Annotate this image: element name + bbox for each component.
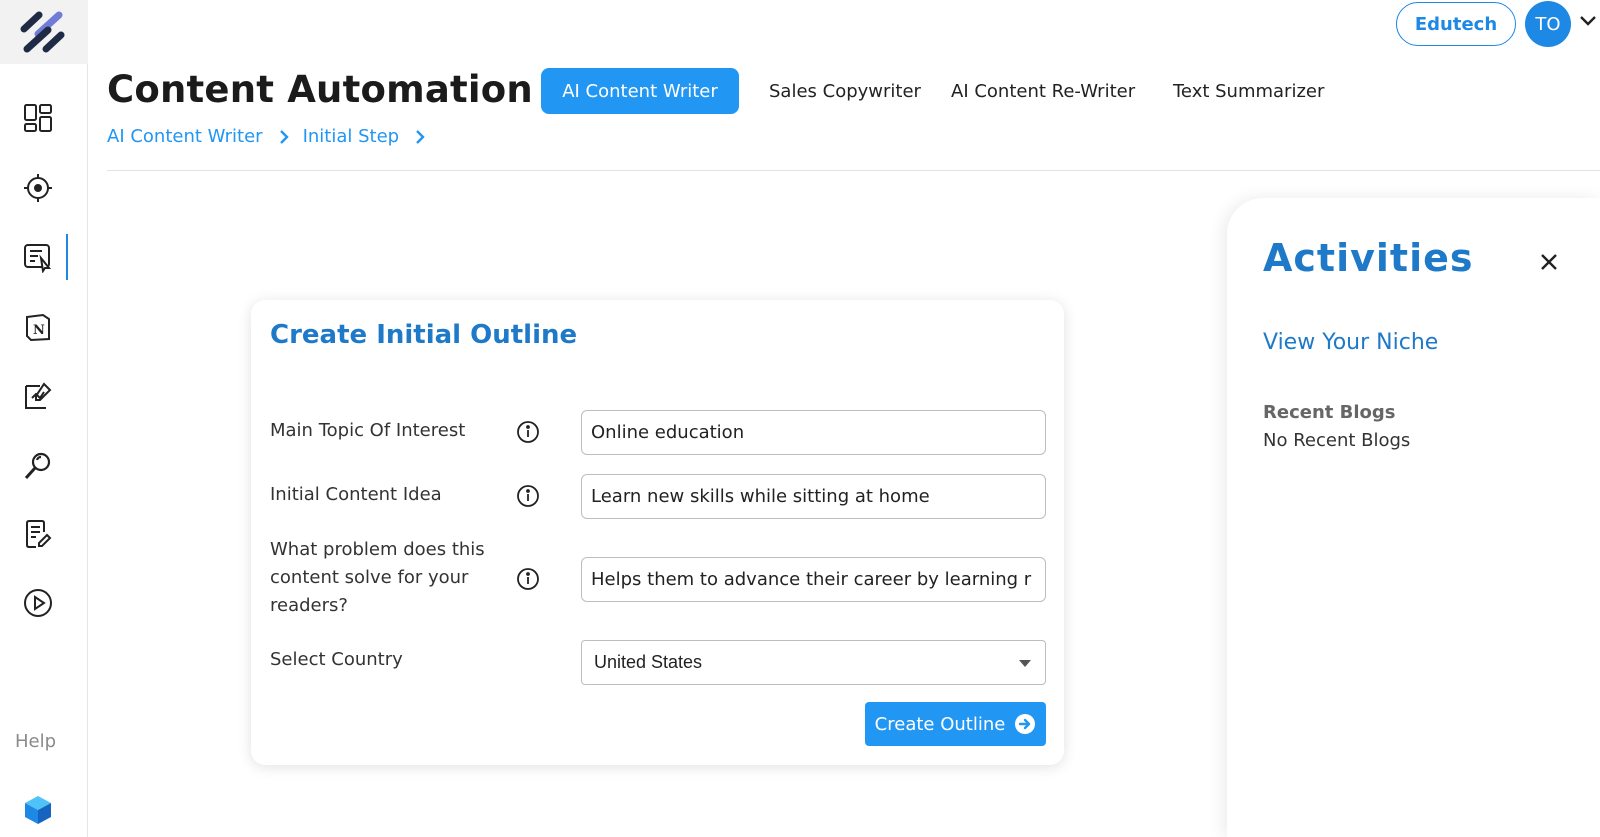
page-title: Content Automation	[107, 68, 533, 111]
breadcrumb-item-ai-content-writer[interactable]: AI Content Writer	[107, 126, 263, 147]
close-icon[interactable]	[1537, 250, 1561, 274]
logo-icon	[20, 11, 65, 53]
chevron-right-icon	[279, 129, 289, 145]
problem-solved-input[interactable]	[581, 557, 1046, 602]
tab-ai-content-writer[interactable]: AI Content Writer	[541, 68, 739, 114]
create-outline-button[interactable]: Create Outline	[865, 702, 1046, 746]
target-icon	[24, 174, 52, 202]
main-topic-label: Main Topic Of Interest	[270, 420, 466, 441]
country-selected-value: United States	[594, 652, 703, 672]
content-idea-input[interactable]	[581, 474, 1046, 519]
chevron-right-icon	[415, 129, 425, 145]
content-writer-icon	[24, 244, 52, 273]
sidebar-item-canvas[interactable]	[20, 378, 56, 414]
dropdown-caret-icon	[1019, 660, 1031, 667]
search-icon	[24, 452, 51, 480]
chevron-down-icon[interactable]	[1578, 14, 1598, 28]
recent-blogs-heading: Recent Blogs	[1263, 402, 1396, 423]
sidebar-item-target[interactable]	[20, 170, 56, 206]
cube-icon[interactable]	[22, 794, 54, 830]
problem-solved-label: What problem does this content solve for…	[270, 539, 485, 616]
svg-text:N: N	[33, 323, 45, 338]
notion-icon: N	[26, 313, 50, 342]
sidebar-item-notion[interactable]: N	[20, 309, 56, 345]
dashboard-icon	[24, 104, 52, 132]
sidebar-item-documents[interactable]	[20, 516, 56, 552]
content-idea-label: Initial Content Idea	[270, 484, 442, 505]
sidebar-item-video[interactable]	[20, 585, 56, 621]
form-title: Create Initial Outline	[270, 320, 578, 350]
sidebar-item-search[interactable]	[20, 448, 56, 484]
country-label: Select Country	[270, 649, 403, 670]
country-select[interactable]: United States	[581, 640, 1046, 685]
help-link[interactable]: Help	[15, 731, 56, 752]
breadcrumb: AI Content Writer Initial Step	[107, 126, 439, 147]
user-avatar[interactable]: TO	[1525, 1, 1571, 47]
info-icon[interactable]	[516, 567, 540, 591]
box-icon	[25, 796, 51, 824]
breadcrumb-item-initial-step[interactable]: Initial Step	[303, 126, 400, 147]
document-edit-icon	[26, 520, 52, 548]
arrow-right-circle-icon	[1015, 714, 1036, 734]
active-indicator	[66, 234, 68, 280]
sidebar-item-content-writer[interactable]	[20, 239, 56, 275]
main-topic-input[interactable]	[581, 410, 1046, 455]
activities-panel: Activities View Your Niche Recent Blogs …	[1227, 198, 1600, 837]
app-logo[interactable]	[0, 0, 88, 64]
canvas-edit-icon	[25, 382, 52, 409]
recent-blogs-empty: No Recent Blogs	[1263, 430, 1411, 451]
sidebar: N Help	[0, 0, 88, 837]
sidebar-item-dashboard[interactable]	[20, 100, 56, 136]
info-icon[interactable]	[516, 420, 540, 444]
outline-form-card: Create Initial Outline Main Topic Of Int…	[251, 300, 1064, 765]
workspace-button[interactable]: Edutech	[1396, 2, 1516, 46]
tab-text-summarizer[interactable]: Text Summarizer	[1173, 68, 1324, 114]
create-outline-label: Create Outline	[874, 713, 1006, 735]
tab-sales-copywriter[interactable]: Sales Copywriter	[769, 68, 921, 114]
info-icon[interactable]	[516, 484, 540, 508]
view-niche-link[interactable]: View Your Niche	[1263, 330, 1438, 355]
activities-title: Activities	[1263, 236, 1474, 280]
play-icon	[24, 589, 52, 617]
tab-ai-content-rewriter[interactable]: AI Content Re-Writer	[951, 68, 1135, 114]
header-divider	[107, 170, 1600, 171]
